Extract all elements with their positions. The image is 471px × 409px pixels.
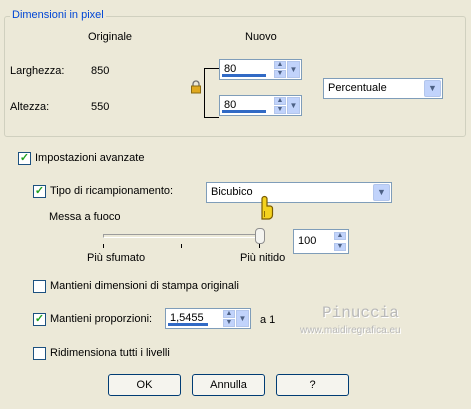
chevron-down-icon[interactable]: ▼ [373,184,390,201]
chevron-down-icon[interactable]: ▼ [236,310,249,327]
group-title: Dimensioni in pixel [10,9,106,21]
width-new-spinbox[interactable]: 80 ▲ ▼ ▼ [219,59,302,80]
sharpness-min-label: Più sfumato [87,252,146,264]
height-new-spinbox[interactable]: 80 ▲ ▼ ▼ [219,95,302,116]
chevron-down-icon[interactable]: ▼ [424,80,441,97]
resample-label[interactable]: Tipo di ricampionamento: [50,185,173,197]
resample-select-value[interactable]: Bicubico [211,186,253,198]
sharpness-label: Messa a fuoco [49,211,121,223]
spin-up-icon[interactable]: ▲ [274,97,286,105]
resize-all-layers-checkbox[interactable] [33,347,46,360]
column-original: Originale [88,31,133,43]
keep-print-size-label[interactable]: Mantieni dimensioni di stampa originali [50,280,239,292]
lock-icon[interactable] [190,80,202,94]
cancel-button[interactable]: Annulla [192,374,265,396]
spin-up-icon[interactable]: ▲ [334,232,346,240]
ratio-spinbox[interactable]: 1,5455 ▲ ▼ ▼ [165,308,251,329]
height-label: Altezza: [10,101,50,113]
chevron-down-icon[interactable]: ▼ [287,97,300,114]
resize-all-layers-label[interactable]: Ridimensiona tutti i livelli [50,347,170,359]
ratio-slider-fill [168,323,208,326]
spin-down-icon[interactable]: ▼ [334,243,346,251]
width-slider-fill [222,74,266,77]
slider-tick [103,244,104,248]
spin-down-icon[interactable]: ▼ [274,70,286,78]
keep-print-size-checkbox[interactable] [33,280,46,293]
height-original-value: 550 [91,101,110,113]
ok-button[interactable]: OK [108,374,181,396]
sharpness-spinbox[interactable]: 100 ▲ ▼ [293,229,349,254]
slider-tick [259,244,260,248]
chevron-down-icon[interactable]: ▼ [287,61,300,78]
sharpness-value[interactable]: 100 [298,235,316,247]
slider-tick [181,244,182,248]
unit-select-value[interactable]: Percentuale [328,82,387,94]
width-original-value: 850 [91,65,110,77]
advanced-settings-label[interactable]: Impostazioni avanzate [35,152,144,164]
spin-up-icon[interactable]: ▲ [274,61,286,69]
hand-pointer-icon [261,195,274,220]
height-slider-fill [222,110,266,113]
watermark-url: www.maidiregrafica.eu [300,325,401,336]
watermark-name: Pinuccia [322,304,399,322]
sharpness-max-label: Più nitido [240,252,286,264]
resample-checkbox[interactable]: ✓ [33,185,46,198]
keep-ratio-label[interactable]: Mantieni proporzioni: [50,313,152,325]
advanced-settings-checkbox[interactable]: ✓ [18,152,31,165]
ratio-suffix: a 1 [260,314,276,326]
sharpness-slider-thumb[interactable] [255,228,265,244]
unit-select[interactable]: Percentuale ▼ [323,78,443,99]
spin-down-icon[interactable]: ▼ [274,106,286,114]
resample-select[interactable]: Bicubico ▼ [206,182,392,203]
spin-down-icon[interactable]: ▼ [223,319,235,327]
width-label: Larghezza: [10,65,65,77]
keep-ratio-checkbox[interactable]: ✓ [33,313,46,326]
link-bracket [204,68,219,118]
spin-up-icon[interactable]: ▲ [223,310,235,318]
sharpness-slider-track[interactable] [103,234,263,238]
column-new: Nuovo [245,31,277,43]
help-button[interactable]: ? [276,374,349,396]
